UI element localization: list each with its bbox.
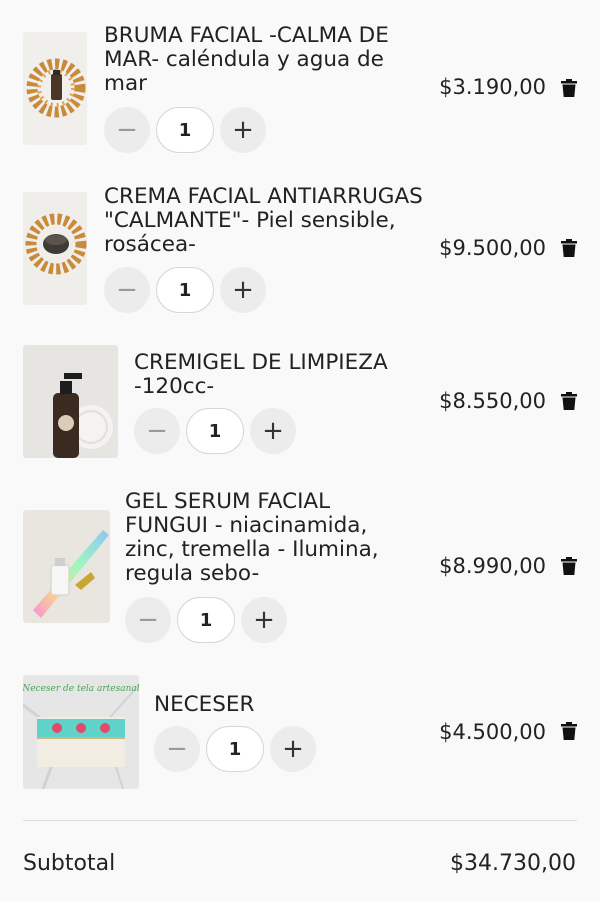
plus-icon: + xyxy=(232,275,254,305)
quantity-stepper: − 1 + xyxy=(104,107,266,153)
plus-icon: + xyxy=(253,605,275,635)
increase-quantity-button[interactable]: + xyxy=(270,726,316,772)
subtotal-value: $34.730,00 xyxy=(450,851,576,876)
plus-icon: + xyxy=(232,115,254,145)
trash-icon[interactable] xyxy=(561,239,577,257)
quantity-value[interactable]: 1 xyxy=(206,726,264,772)
quantity-value[interactable]: 1 xyxy=(177,597,235,643)
trash-icon[interactable] xyxy=(561,79,577,97)
product-title[interactable]: GEL SERUM FACIAL FUNGUI - niacinamida, z… xyxy=(125,490,415,586)
image-caption: Neceser de tela artesanal xyxy=(23,684,139,694)
product-title[interactable]: CREMA FACIAL ANTIARRUGAS "CALMANTE"- Pie… xyxy=(104,185,434,257)
decrease-quantity-button[interactable]: − xyxy=(104,107,150,153)
product-title[interactable]: NECESER xyxy=(154,693,404,717)
decrease-quantity-button[interactable]: − xyxy=(154,726,200,772)
product-title[interactable]: BRUMA FACIAL -CALMA DE MAR- caléndula y … xyxy=(104,24,419,96)
minus-icon: − xyxy=(146,416,168,446)
quantity-value[interactable]: 1 xyxy=(156,267,214,313)
product-image[interactable] xyxy=(23,32,87,145)
plus-icon: + xyxy=(282,734,304,764)
increase-quantity-button[interactable]: + xyxy=(241,597,287,643)
item-price: $3.190,00 xyxy=(439,75,546,99)
quantity-stepper: − 1 + xyxy=(125,597,287,643)
decrease-quantity-button[interactable]: − xyxy=(125,597,171,643)
product-image[interactable] xyxy=(23,345,118,458)
item-price: $9.500,00 xyxy=(439,236,546,260)
divider xyxy=(23,820,577,821)
item-price: $8.550,00 xyxy=(439,389,546,413)
increase-quantity-button[interactable]: + xyxy=(220,107,266,153)
quantity-stepper: − 1 + xyxy=(104,267,266,313)
increase-quantity-button[interactable]: + xyxy=(220,267,266,313)
product-image[interactable]: Neceser de tela artesanal xyxy=(23,675,139,789)
minus-icon: − xyxy=(116,115,138,145)
increase-quantity-button[interactable]: + xyxy=(250,408,296,454)
minus-icon: − xyxy=(116,275,138,305)
trash-icon[interactable] xyxy=(561,557,577,575)
quantity-value[interactable]: 1 xyxy=(186,408,244,454)
quantity-value[interactable]: 1 xyxy=(156,107,214,153)
product-image[interactable] xyxy=(23,510,110,623)
product-image[interactable] xyxy=(23,192,87,305)
plus-icon: + xyxy=(262,416,284,446)
quantity-stepper: − 1 + xyxy=(154,726,316,772)
trash-icon[interactable] xyxy=(561,392,577,410)
decrease-quantity-button[interactable]: − xyxy=(134,408,180,454)
item-price: $8.990,00 xyxy=(439,554,546,578)
decrease-quantity-button[interactable]: − xyxy=(104,267,150,313)
minus-icon: − xyxy=(166,734,188,764)
trash-icon[interactable] xyxy=(561,722,577,740)
item-price: $4.500,00 xyxy=(439,720,546,744)
minus-icon: − xyxy=(137,605,159,635)
product-title[interactable]: CREMIGEL DE LIMPIEZA -120cc- xyxy=(134,351,429,399)
subtotal-label: Subtotal xyxy=(23,851,116,876)
quantity-stepper: − 1 + xyxy=(134,408,296,454)
